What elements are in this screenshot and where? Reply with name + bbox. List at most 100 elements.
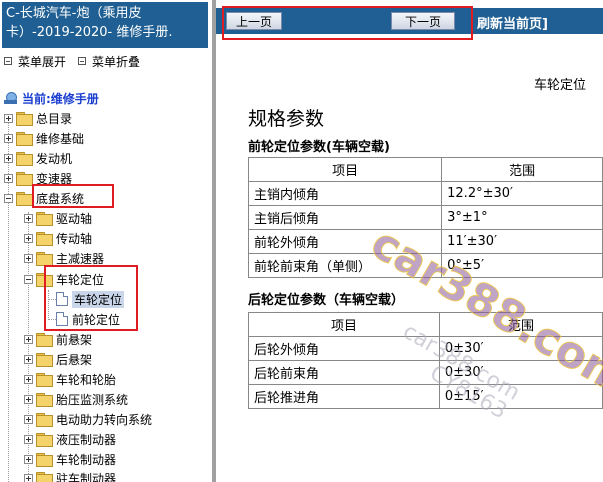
expand-plus-icon[interactable] [24, 473, 33, 482]
expand-plus-icon[interactable] [24, 374, 33, 384]
highlight-box-nav-buttons [222, 6, 473, 40]
tree-item-label: 前悬架 [56, 332, 93, 347]
table-cell: 0±30′ [438, 336, 603, 361]
table-header-row: 项目 范围 [248, 312, 603, 337]
tree-item-front-suspension[interactable]: 前悬架 [24, 329, 92, 349]
tree-item-label: 发动机 [36, 151, 73, 166]
table-cell: 0±30′ [438, 360, 603, 385]
expand-plus-icon[interactable] [24, 394, 33, 404]
tree-item-label: 液压制动器 [56, 432, 117, 447]
collapse-minus-icon[interactable] [4, 193, 13, 203]
tree-item-drive-shaft[interactable]: 驱动轴 [24, 208, 92, 228]
tree-item-label: 胎压监测系统 [56, 392, 129, 407]
tree-item-rear-suspension[interactable]: 后悬架 [24, 349, 92, 369]
expand-plus-icon[interactable] [24, 434, 33, 444]
folder-icon [16, 172, 33, 186]
folder-icon [36, 413, 53, 427]
table-cell: 后轮推进角 [248, 384, 440, 409]
expand-plus-icon[interactable] [24, 334, 33, 344]
folder-icon [36, 453, 53, 467]
tree-item-label: 车轮和轮胎 [56, 372, 117, 387]
table-header: 项目 [247, 157, 443, 182]
tree-item-maintenance-basics[interactable]: 维修基础 [4, 128, 84, 148]
folder-icon [36, 433, 53, 447]
tree-item-label: 主减速器 [56, 251, 105, 266]
tree-item-engine[interactable]: 发动机 [4, 148, 72, 168]
table-cell: 11′±30′ [441, 229, 603, 254]
tree-item-hydraulic-brake[interactable]: 液压制动器 [24, 429, 116, 449]
refresh-page-link[interactable]: 刷新当前页] [477, 13, 548, 32]
menu-collapse-link[interactable]: 菜单折叠 [92, 53, 140, 70]
table-header: 项目 [248, 312, 440, 337]
table-cell: 前轮外倾角 [247, 229, 443, 254]
expand-plus-icon[interactable] [24, 454, 33, 464]
expand-plus-icon[interactable] [24, 253, 33, 263]
front-alignment-table: 项目 范围 主销内倾角 12.2°±30′ 主销后倾角 3°±1° 前轮外倾角 … [247, 157, 603, 278]
expand-plus-icon[interactable] [24, 213, 33, 223]
content-pane: 上一页 下一页 刷新当前页] 车轮定位 规格参数 前轮定位参数(车辆空载) 项目… [216, 0, 603, 482]
menu-controls: 菜单展开 菜单折叠 [4, 52, 152, 70]
table-row: 后轮外倾角 0±30′ [248, 336, 603, 361]
table-cell: 0°±5′ [441, 253, 603, 278]
table-cell: 主销后倾角 [247, 205, 443, 230]
collapse-minus-icon[interactable] [24, 274, 33, 284]
folder-icon [36, 393, 53, 407]
current-location[interactable]: 当前:维修手册 [4, 89, 99, 107]
folder-icon [36, 353, 53, 367]
tree-item-label: 车轮制动器 [56, 452, 117, 467]
table-row: 后轮推进角 0±15′ [248, 384, 603, 409]
highlight-box-wheel-alignment [44, 265, 138, 331]
tree-item-wheel-brake[interactable]: 车轮制动器 [24, 449, 116, 469]
table-row: 主销内倾角 12.2°±30′ [247, 181, 603, 206]
folder-icon [36, 373, 53, 387]
folder-icon [36, 232, 53, 246]
table-row: 前轮前束角（单侧） 0°±5′ [247, 253, 603, 278]
tree-item-label: 传动轴 [56, 231, 93, 246]
expand-plus-icon[interactable] [24, 414, 33, 424]
folder-icon [36, 333, 53, 347]
tree-item-label: 维修基础 [36, 131, 85, 146]
navigation-pane: C-长城汽车-炮（乘用皮卡）-2019-2020- 维修手册. 菜单展开 菜单折… [0, 0, 212, 482]
table-cell: 前轮前束角（单侧） [247, 253, 443, 278]
table-cell: 主销内倾角 [247, 181, 443, 206]
tree-item-propeller-shaft[interactable]: 传动轴 [24, 228, 92, 248]
table-row: 前轮外倾角 11′±30′ [247, 229, 603, 254]
tree-item-label: 后悬架 [56, 352, 93, 367]
document-title: C-长城汽车-炮（乘用皮卡）-2019-2020- 维修手册. [2, 2, 208, 48]
tree-item-tpms[interactable]: 胎压监测系统 [24, 389, 128, 409]
spec-title: 规格参数 [248, 108, 325, 130]
table-cell: 后轮前束角 [248, 360, 440, 385]
folder-icon [16, 152, 33, 166]
rear-alignment-caption: 后轮定位参数（车辆空载） [248, 293, 405, 308]
folder-open-icon [16, 192, 33, 206]
table-header: 范围 [438, 312, 603, 337]
table-cell: 3°±1° [441, 205, 603, 230]
folder-icon [16, 132, 33, 146]
folder-icon [16, 112, 33, 126]
table-cell: 后轮外倾角 [248, 336, 440, 361]
tree-item-eps[interactable]: 电动助力转向系统 [24, 409, 152, 429]
expand-plus-icon[interactable] [24, 233, 33, 243]
table-cell: 12.2°±30′ [441, 181, 603, 206]
tree-item-label: 总目录 [36, 111, 73, 126]
table-cell: 0±15′ [438, 384, 603, 409]
menu-expand-link[interactable]: 菜单展开 [18, 53, 66, 70]
rear-alignment-table: 项目 范围 后轮外倾角 0±30′ 后轮前束角 0±30′ 后轮推进角 0±15… [248, 312, 603, 409]
expand-plus-icon[interactable] [4, 113, 13, 123]
tree-item-general-index[interactable]: 总目录 [4, 108, 72, 128]
tree-item-parking-brake[interactable]: 驻车制动器 [24, 468, 116, 482]
highlight-box-chassis [32, 184, 114, 208]
table-row: 主销后倾角 3°±1° [247, 205, 603, 230]
expand-plus-icon[interactable] [24, 354, 33, 364]
tree-item-wheels-tires[interactable]: 车轮和轮胎 [24, 369, 116, 389]
tree-item-label: 电动助力转向系统 [56, 412, 153, 427]
section-header: 车轮定位 [534, 78, 587, 93]
collapse-square-icon [78, 57, 87, 65]
expand-plus-icon[interactable] [4, 173, 13, 183]
table-header: 范围 [441, 157, 603, 182]
expand-square-icon [4, 57, 12, 65]
expand-plus-icon[interactable] [4, 153, 13, 163]
user-icon [4, 91, 18, 105]
expand-plus-icon[interactable] [4, 133, 13, 143]
folder-icon [36, 252, 53, 266]
